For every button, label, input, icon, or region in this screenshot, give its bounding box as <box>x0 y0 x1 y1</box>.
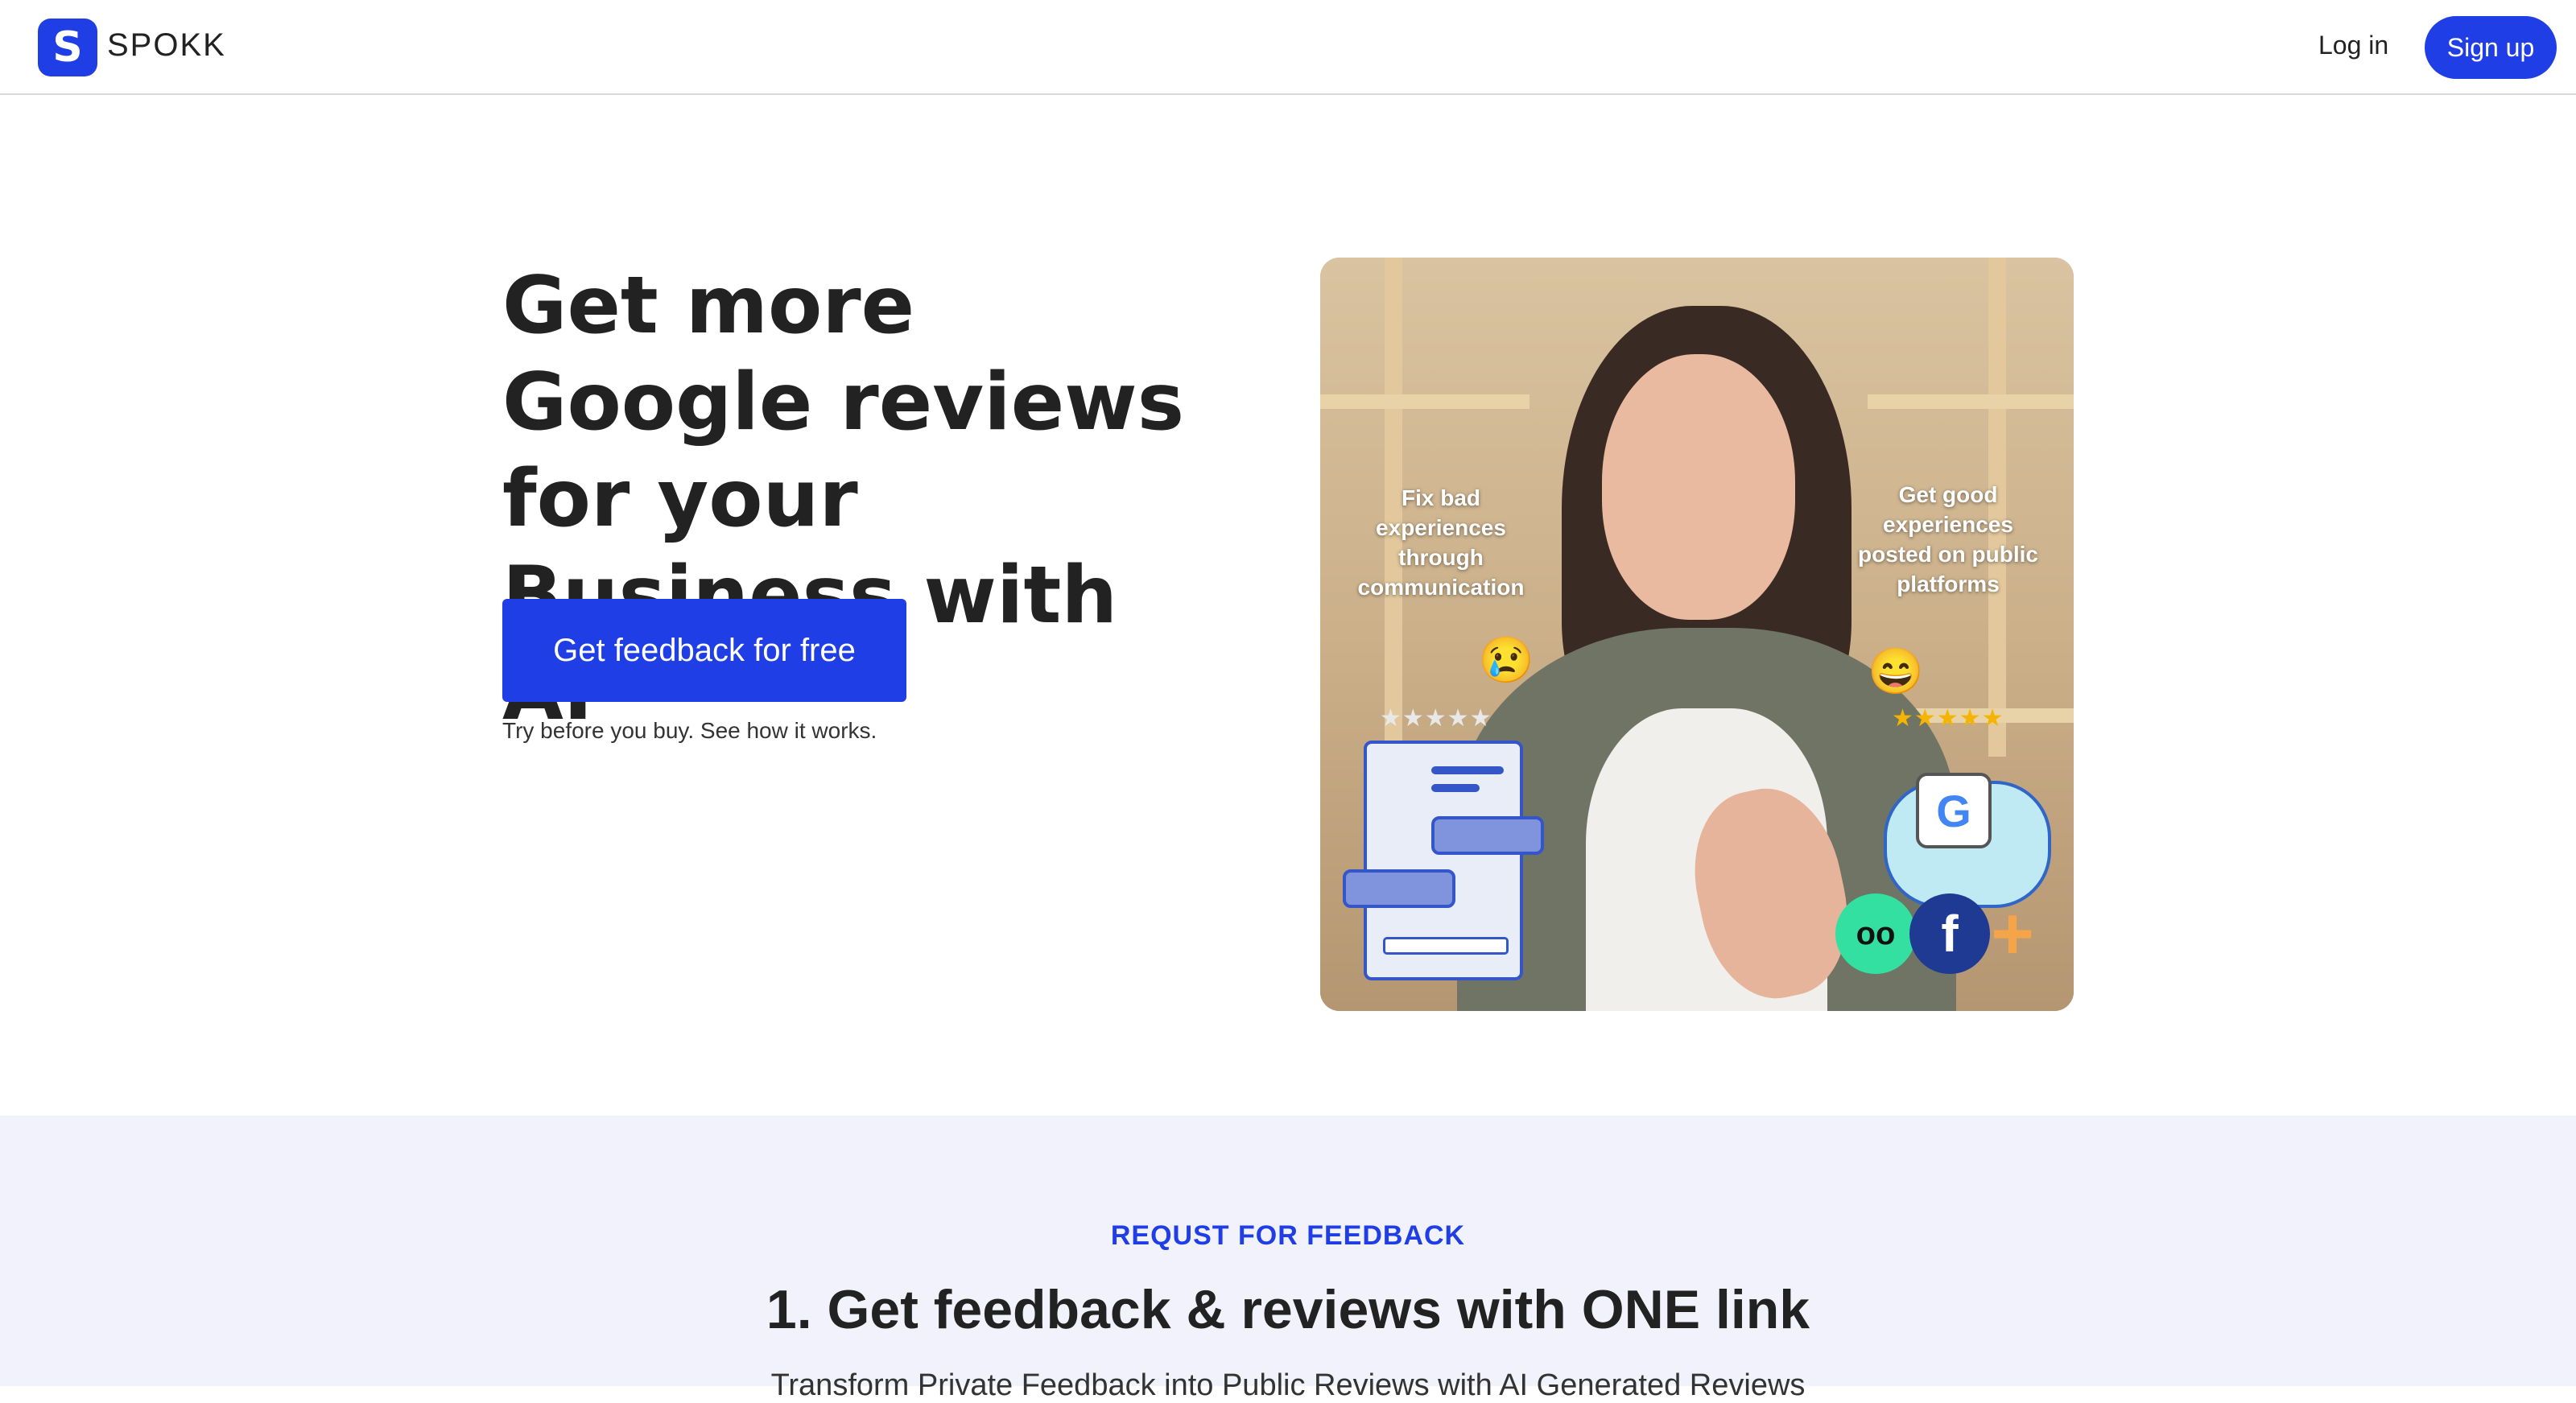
signup-button[interactable]: Sign up <box>2425 16 2557 79</box>
login-link[interactable]: Log in <box>2318 31 2388 60</box>
section-eyebrow: REQUST FOR FEEDBACK <box>1110 1220 1466 1251</box>
chat-line <box>1431 766 1504 774</box>
section-title: 1. Get feedback & reviews with ONE link <box>766 1279 1810 1340</box>
shelf-board <box>1868 394 2074 409</box>
get-feedback-button[interactable]: Get feedback for free <box>502 599 906 702</box>
chat-bubble <box>1431 816 1544 855</box>
top-navigation: S SPOKK Log in Sign up <box>0 0 2576 95</box>
label-fix-bad: Fix bad experiences through communicatio… <box>1357 485 1525 600</box>
shelf-board <box>1320 394 1530 409</box>
facebook-icon: f <box>1909 893 1990 974</box>
high-rating-stars: ★★★★★ <box>1892 705 2004 732</box>
low-rating-stars: ★★★★★ <box>1380 705 1492 732</box>
woman-face <box>1602 354 1795 620</box>
sad-face-icon: 😢 <box>1478 634 1534 685</box>
plus-icon: + <box>1991 892 2034 975</box>
google-logo-icon: G <box>1916 773 1992 848</box>
brand-name[interactable]: SPOKK <box>107 27 226 64</box>
cta-note: Try before you buy. See how it works. <box>502 718 877 743</box>
tripadvisor-icon: oo <box>1835 893 1916 974</box>
hero-image: Fix bad experiences through communicatio… <box>1320 258 2074 1011</box>
chat-line <box>1431 784 1480 792</box>
happy-face-icon: 😄 <box>1868 646 1924 696</box>
chat-card-illustration <box>1364 741 1523 980</box>
chat-bubble <box>1343 869 1455 908</box>
chat-input <box>1383 937 1509 955</box>
label-get-good: Get good experiences posted on public pl… <box>1858 482 2038 596</box>
spokk-logo-icon[interactable]: S <box>38 19 97 76</box>
